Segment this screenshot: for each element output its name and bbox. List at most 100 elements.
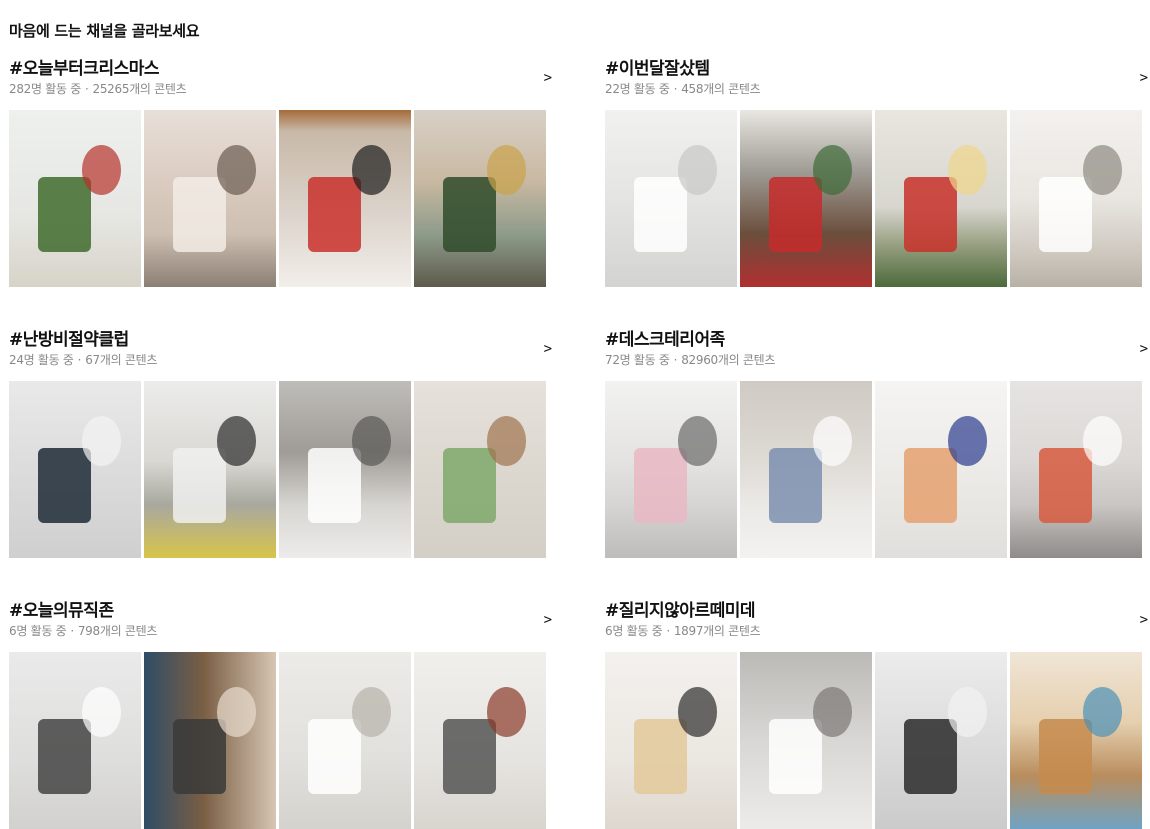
channel-stats: 22명 활동 중 · 458개의 콘텐츠 xyxy=(605,81,1144,97)
channel-thumbnail[interactable] xyxy=(875,381,1007,558)
channel-card[interactable]: #오늘부터크리스마스 282명 활동 중 · 25265개의 콘텐츠 > xyxy=(9,58,552,287)
thumbnail-row xyxy=(605,381,1142,558)
channel-thumbnail[interactable] xyxy=(740,652,872,829)
channel-thumbnail[interactable] xyxy=(740,110,872,287)
channel-thumbnail[interactable] xyxy=(605,110,737,287)
chevron-right-icon[interactable]: > xyxy=(1140,341,1148,357)
member-count: 72명 활동 중 xyxy=(605,353,670,367)
content-count: 82960개의 콘텐츠 xyxy=(681,353,776,367)
content-count: 25265개의 콘텐츠 xyxy=(92,82,187,96)
chevron-right-icon[interactable]: > xyxy=(544,341,552,357)
thumbnail-row xyxy=(605,652,1142,829)
channel-card[interactable]: #질리지않아르떼미데 6명 활동 중 · 1897개의 콘텐츠 > xyxy=(605,600,1148,829)
channel-thumbnail[interactable] xyxy=(414,652,546,829)
thumbnail-shape xyxy=(486,687,527,737)
channel-thumbnail[interactable] xyxy=(9,652,141,829)
member-count: 22명 활동 중 xyxy=(605,82,670,96)
member-count: 6명 활동 중 xyxy=(605,624,663,638)
channel-title[interactable]: #난방비절약클럽 xyxy=(9,329,548,351)
thumbnail-shape xyxy=(443,448,496,523)
thumbnail-shape xyxy=(1039,448,1092,523)
channel-card[interactable]: #오늘의뮤직존 6명 활동 중 · 798개의 콘텐츠 > xyxy=(9,600,552,829)
thumbnail-shape xyxy=(1082,687,1123,737)
member-count: 24명 활동 중 xyxy=(9,353,74,367)
channel-card[interactable]: #이번달잘샀템 22명 활동 중 · 458개의 콘텐츠 > xyxy=(605,58,1148,287)
thumbnail-shape xyxy=(81,145,122,195)
content-count: 1897개의 콘텐츠 xyxy=(673,624,761,638)
channel-title[interactable]: #오늘의뮤직존 xyxy=(9,600,548,622)
channel-title[interactable]: #질리지않아르떼미데 xyxy=(605,600,1144,622)
thumbnail-shape xyxy=(173,448,226,523)
channel-thumbnail[interactable] xyxy=(279,652,411,829)
channel-thumbnail[interactable] xyxy=(1010,110,1142,287)
thumbnail-shape xyxy=(308,448,361,523)
channel-stats: 72명 활동 중 · 82960개의 콘텐츠 xyxy=(605,352,1144,368)
channel-thumbnail[interactable] xyxy=(1010,381,1142,558)
thumbnail-row xyxy=(605,110,1142,287)
thumbnail-shape xyxy=(486,145,527,195)
channel-stats: 6명 활동 중 · 1897개의 콘텐츠 xyxy=(605,623,1144,639)
channel-thumbnail[interactable] xyxy=(740,381,872,558)
channel-thumbnail[interactable] xyxy=(279,381,411,558)
channel-thumbnail[interactable] xyxy=(1010,652,1142,829)
separator-dot: · xyxy=(673,353,678,367)
thumbnail-shape xyxy=(308,719,361,794)
thumbnail-shape xyxy=(351,416,392,466)
thumbnail-row xyxy=(9,381,546,558)
separator-dot: · xyxy=(70,624,74,638)
channel-thumbnail[interactable] xyxy=(414,110,546,287)
thumbnail-shape xyxy=(216,145,257,195)
chevron-right-icon[interactable]: > xyxy=(1140,612,1148,628)
thumbnail-shape xyxy=(947,687,988,737)
member-count: 282명 활동 중 xyxy=(9,82,81,96)
thumbnail-shape xyxy=(81,687,122,737)
thumbnail-row xyxy=(9,110,546,287)
channel-title[interactable]: #이번달잘샀템 xyxy=(605,58,1144,80)
thumbnail-shape xyxy=(443,719,496,794)
channel-thumbnail[interactable] xyxy=(605,652,737,829)
channel-card[interactable]: #데스크테리어족 72명 활동 중 · 82960개의 콘텐츠 > xyxy=(605,329,1148,558)
channel-thumbnail[interactable] xyxy=(9,381,141,558)
thumbnail-shape xyxy=(486,416,527,466)
channel-thumbnail[interactable] xyxy=(144,652,276,829)
channel-thumbnail[interactable] xyxy=(144,381,276,558)
chevron-right-icon[interactable]: > xyxy=(544,612,552,628)
thumbnail-shape xyxy=(216,416,257,466)
thumbnail-shape xyxy=(173,719,226,794)
thumbnail-shape xyxy=(1039,177,1092,252)
thumbnail-shape xyxy=(947,416,988,466)
thumbnail-shape xyxy=(216,687,257,737)
separator-dot: · xyxy=(77,353,82,367)
thumbnail-row xyxy=(9,652,546,829)
channel-title[interactable]: #오늘부터크리스마스 xyxy=(9,58,548,80)
thumbnail-shape xyxy=(351,687,392,737)
channel-card[interactable]: #난방비절약클럽 24명 활동 중 · 67개의 콘텐츠 > xyxy=(9,329,552,558)
thumbnail-shape xyxy=(634,177,687,252)
content-count: 458개의 콘텐츠 xyxy=(681,82,761,96)
thumbnail-shape xyxy=(769,448,822,523)
separator-dot: · xyxy=(666,624,670,638)
channel-thumbnail[interactable] xyxy=(279,110,411,287)
channel-thumbnail[interactable] xyxy=(875,652,1007,829)
channel-stats: 6명 활동 중 · 798개의 콘텐츠 xyxy=(9,623,548,639)
channel-thumbnail[interactable] xyxy=(414,381,546,558)
chevron-right-icon[interactable]: > xyxy=(1140,70,1148,86)
channel-title[interactable]: #데스크테리어족 xyxy=(605,329,1144,351)
member-count: 6명 활동 중 xyxy=(9,624,67,638)
thumbnail-shape xyxy=(634,719,687,794)
thumbnail-shape xyxy=(38,448,91,523)
separator-dot: · xyxy=(673,82,678,96)
thumbnail-shape xyxy=(812,687,853,737)
thumbnail-shape xyxy=(812,145,853,195)
thumbnail-shape xyxy=(81,416,122,466)
thumbnail-shape xyxy=(904,177,957,252)
thumbnail-shape xyxy=(677,416,718,466)
thumbnail-shape xyxy=(351,145,392,195)
channel-thumbnail[interactable] xyxy=(875,110,1007,287)
channel-thumbnail[interactable] xyxy=(144,110,276,287)
channel-thumbnail[interactable] xyxy=(9,110,141,287)
chevron-right-icon[interactable]: > xyxy=(544,70,552,86)
thumbnail-shape xyxy=(308,177,361,252)
channel-thumbnail[interactable] xyxy=(605,381,737,558)
content-count: 67개의 콘텐츠 xyxy=(85,353,158,367)
